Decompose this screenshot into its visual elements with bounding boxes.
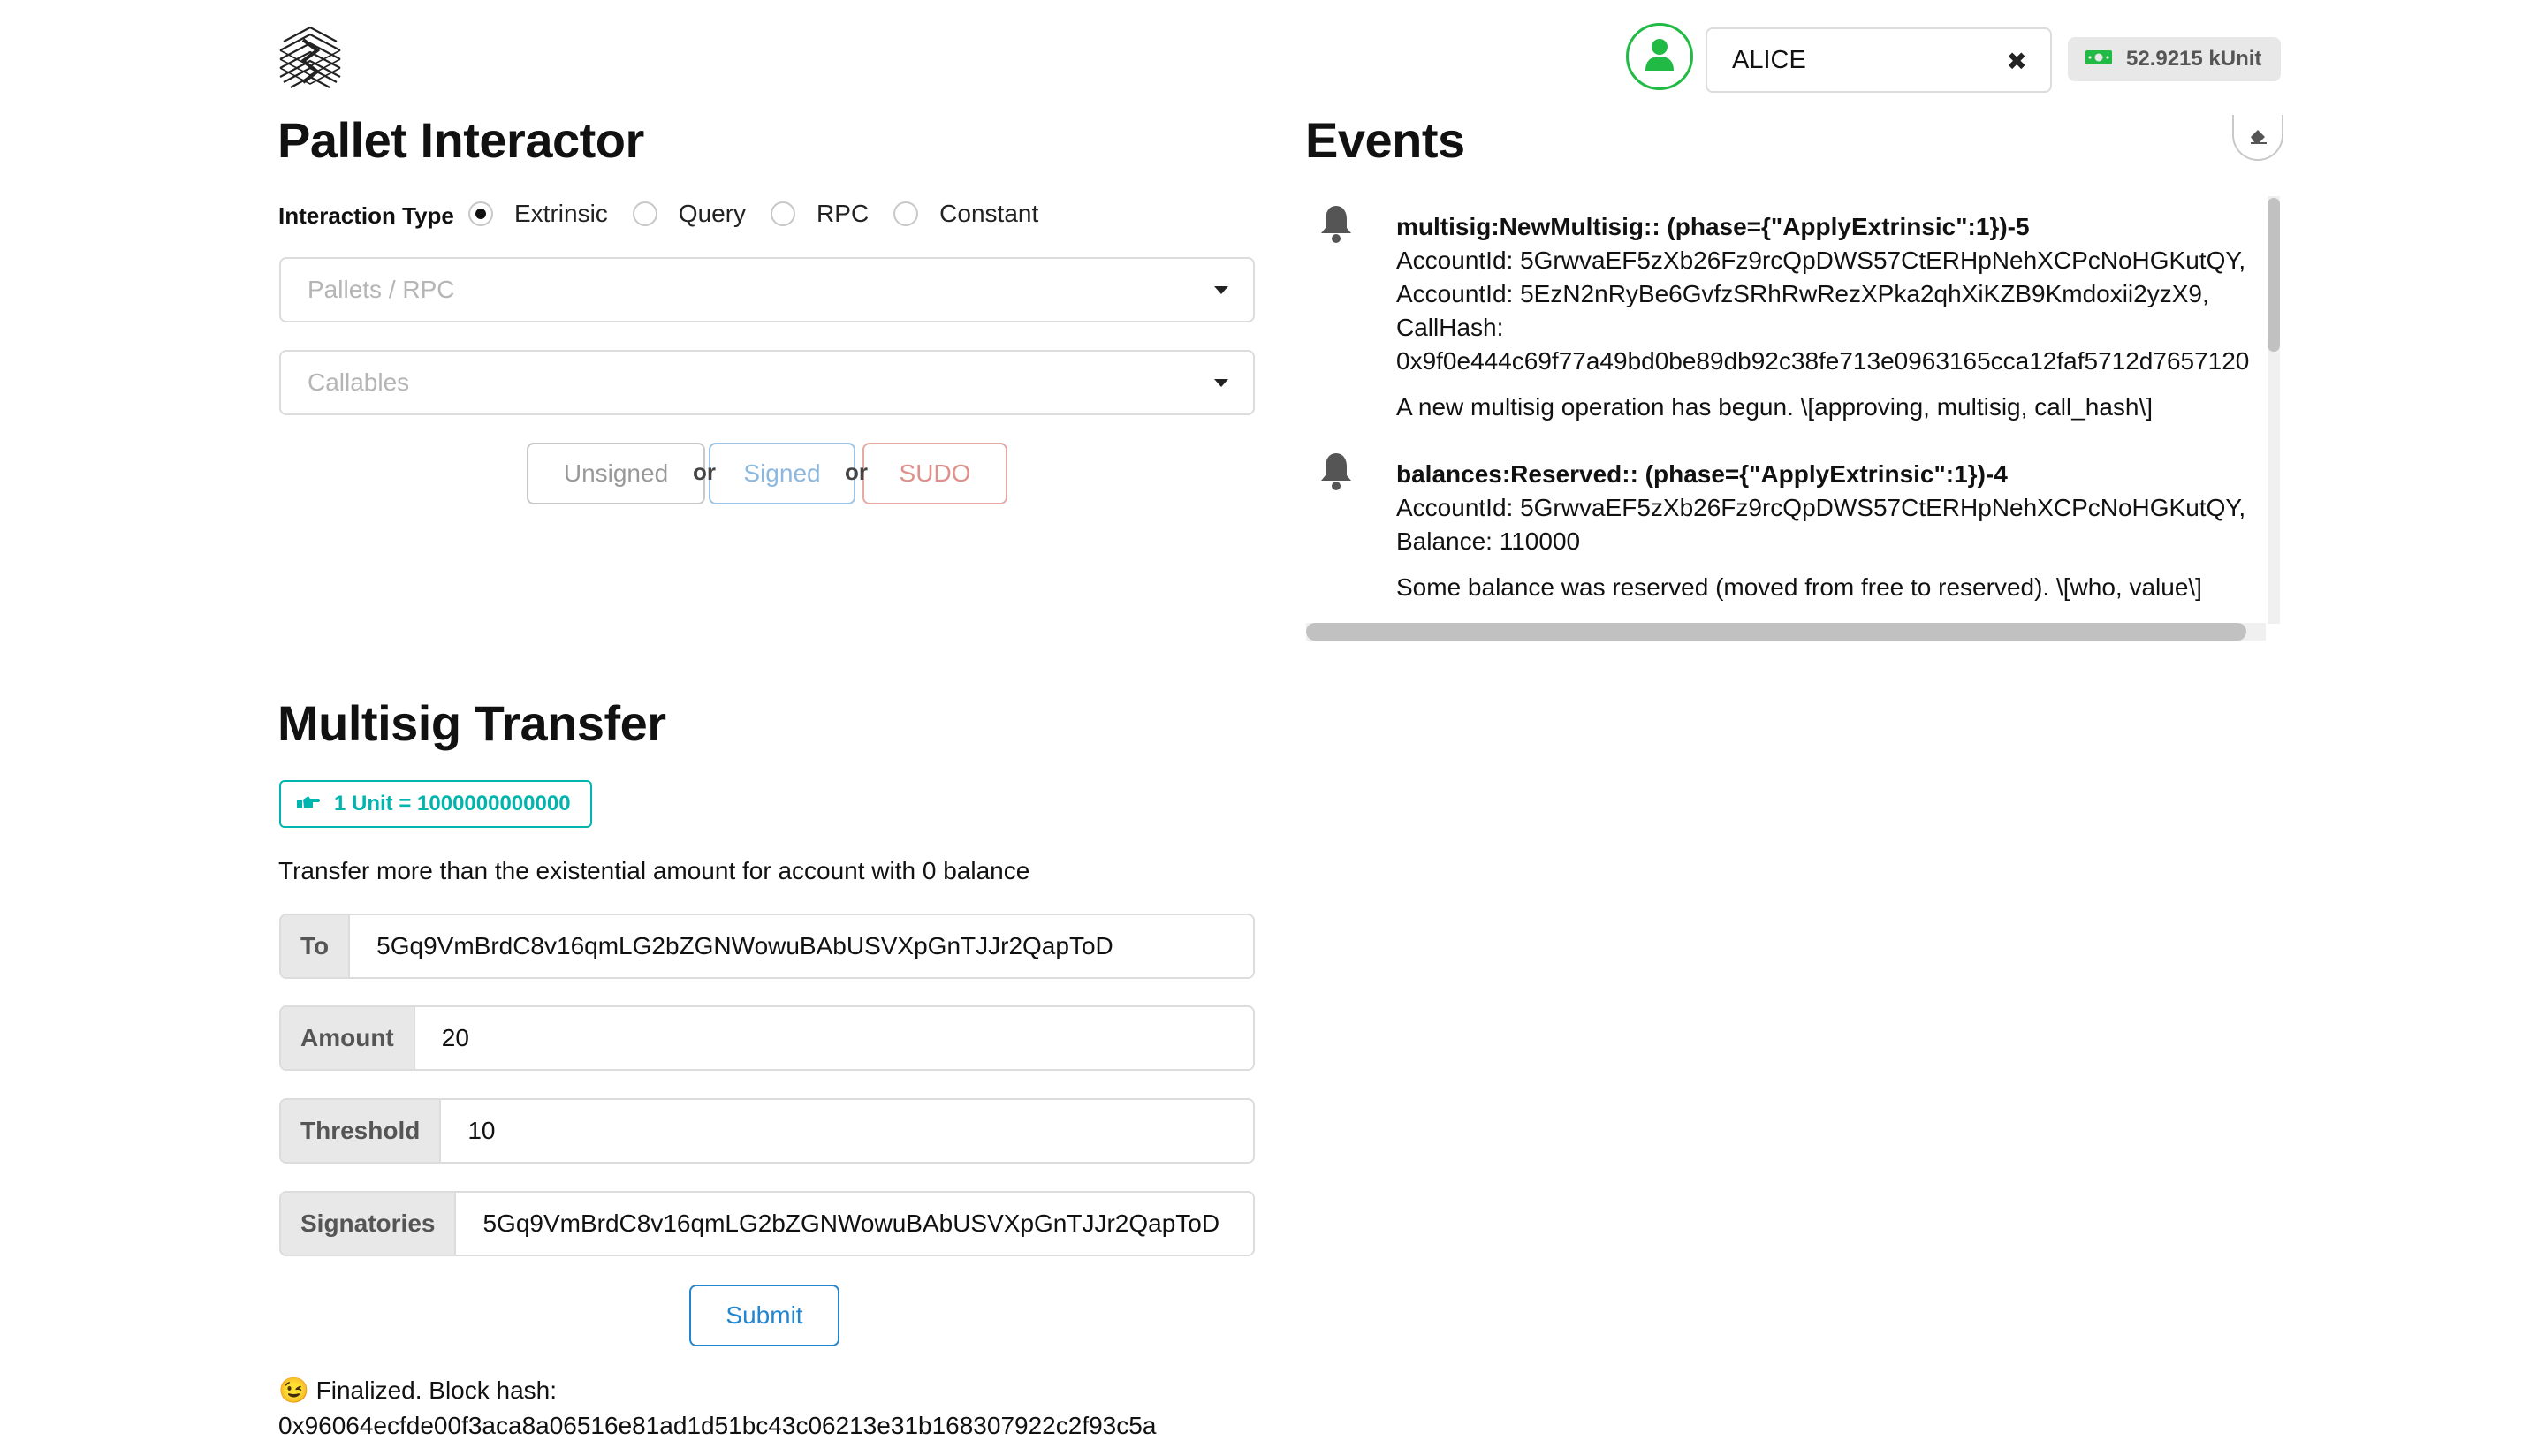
interaction-type-radios: Extrinsic Query RPC Constant xyxy=(468,200,1063,228)
chevron-down-icon xyxy=(1214,379,1228,387)
events-feed[interactable]: multisig:NewMultisig:: (phase={"ApplyExt… xyxy=(1306,196,2269,624)
status-text: Finalized. Block hash: xyxy=(315,1376,558,1404)
threshold-field: Threshold xyxy=(279,1098,1255,1164)
radio-query-circle[interactable] xyxy=(632,201,657,226)
sudo-button[interactable]: SUDO xyxy=(862,443,1007,504)
account-name: ALICE xyxy=(1732,45,1806,74)
eraser-icon xyxy=(2247,126,2268,148)
to-input[interactable] xyxy=(350,915,1253,977)
user-icon xyxy=(1644,37,1675,77)
amount-field: Amount xyxy=(279,1005,1255,1071)
amount-input[interactable] xyxy=(414,1007,1253,1069)
clear-account-icon[interactable]: ✖ xyxy=(2007,47,2027,76)
or-label: or xyxy=(693,459,716,485)
balance-value: 52.9215 kUnit xyxy=(2126,47,2262,71)
radio-extrinsic-label: Extrinsic xyxy=(514,200,608,227)
callables-placeholder: Callables xyxy=(308,368,410,396)
account-selector[interactable]: ALICE ✖ xyxy=(1706,27,2052,93)
events-title: Events xyxy=(1305,112,1465,168)
event-description: Some balance was reserved (moved from fr… xyxy=(1396,573,2202,601)
app-logo xyxy=(277,24,344,95)
event-line: AccountId: 5EzN2nRyBe6GvfzSRhRwRezXPka2q… xyxy=(1396,280,2209,307)
amount-label: Amount xyxy=(281,1007,415,1069)
multisig-title: Multisig Transfer xyxy=(277,695,666,751)
interaction-type-label: Interaction Type xyxy=(278,202,454,229)
event-line: Balance: 110000 xyxy=(1396,527,1581,555)
threshold-label: Threshold xyxy=(281,1100,442,1162)
events-horizontal-scrollbar[interactable] xyxy=(1306,623,2246,641)
chevron-down-icon xyxy=(1214,286,1228,294)
money-icon xyxy=(2085,47,2112,72)
balance-badge: 52.9215 kUnit xyxy=(2068,37,2282,81)
tx-status: 😉 Finalized. Block hash: 0x96064ecfde00f… xyxy=(278,1373,1156,1444)
callables-dropdown[interactable]: Callables xyxy=(279,350,1255,415)
radio-rpc-label: RPC xyxy=(817,200,870,227)
wink-emoji-icon: 😉 xyxy=(278,1376,309,1404)
event-line: CallHash: xyxy=(1396,314,1504,341)
threshold-input[interactable] xyxy=(441,1100,1253,1162)
radio-constant-circle[interactable] xyxy=(893,201,919,226)
signatories-label: Signatories xyxy=(281,1193,457,1255)
event-title: balances:Reserved:: (phase={"ApplyExtrin… xyxy=(1396,460,2008,488)
event-line: AccountId: 5GrwvaEF5zXb26Fz9rcQpDWS57CtE… xyxy=(1396,494,2246,521)
to-label: To xyxy=(281,915,351,977)
clear-events-button[interactable] xyxy=(2232,115,2283,161)
radio-rpc[interactable]: RPC xyxy=(771,200,869,228)
to-field: To xyxy=(279,914,1255,979)
signatories-input[interactable] xyxy=(456,1193,1253,1255)
hand-point-right-icon xyxy=(297,792,320,816)
events-vertical-scrollbar[interactable] xyxy=(2268,198,2280,352)
pallet-interactor-title: Pallet Interactor xyxy=(277,112,644,168)
account-avatar-button[interactable] xyxy=(1626,23,1693,90)
submit-button[interactable]: Submit xyxy=(689,1285,839,1346)
event-line: AccountId: 5GrwvaEF5zXb26Fz9rcQpDWS57CtE… xyxy=(1396,246,2246,274)
radio-extrinsic-circle[interactable] xyxy=(468,201,493,226)
event-description: A new multisig operation has begun. \[ap… xyxy=(1396,393,2154,421)
unit-info-text: 1 Unit = 1000000000000 xyxy=(334,792,571,815)
event-line: 0x9f0e444c69f77a49bd0be89db92c38fe713e09… xyxy=(1396,347,2250,375)
radio-query-label: Query xyxy=(678,200,747,227)
unsigned-button[interactable]: Unsigned xyxy=(527,443,705,504)
radio-constant[interactable]: Constant xyxy=(893,200,1038,228)
bell-icon xyxy=(1318,451,1354,491)
radio-query[interactable]: Query xyxy=(632,200,747,228)
pallets-dropdown[interactable]: Pallets / RPC xyxy=(279,257,1255,322)
event-title: multisig:NewMultisig:: (phase={"ApplyExt… xyxy=(1396,213,2030,240)
bell-icon xyxy=(1318,203,1354,244)
radio-rpc-circle[interactable] xyxy=(771,201,796,226)
or-label: or xyxy=(845,459,868,485)
block-hash: 0x96064ecfde00f3aca8a06516e81ad1d51bc43c… xyxy=(278,1412,1157,1439)
pallets-placeholder: Pallets / RPC xyxy=(308,276,455,303)
unit-info-badge: 1 Unit = 1000000000000 xyxy=(279,780,592,828)
signed-button[interactable]: Signed xyxy=(709,443,855,504)
radio-extrinsic[interactable]: Extrinsic xyxy=(468,200,608,228)
signatories-field: Signatories xyxy=(279,1191,1255,1256)
multisig-description: Transfer more than the existential amoun… xyxy=(278,857,1030,884)
radio-constant-label: Constant xyxy=(939,200,1039,227)
submit-mode-buttons: Unsigned or Signed or SUDO xyxy=(527,443,1007,504)
